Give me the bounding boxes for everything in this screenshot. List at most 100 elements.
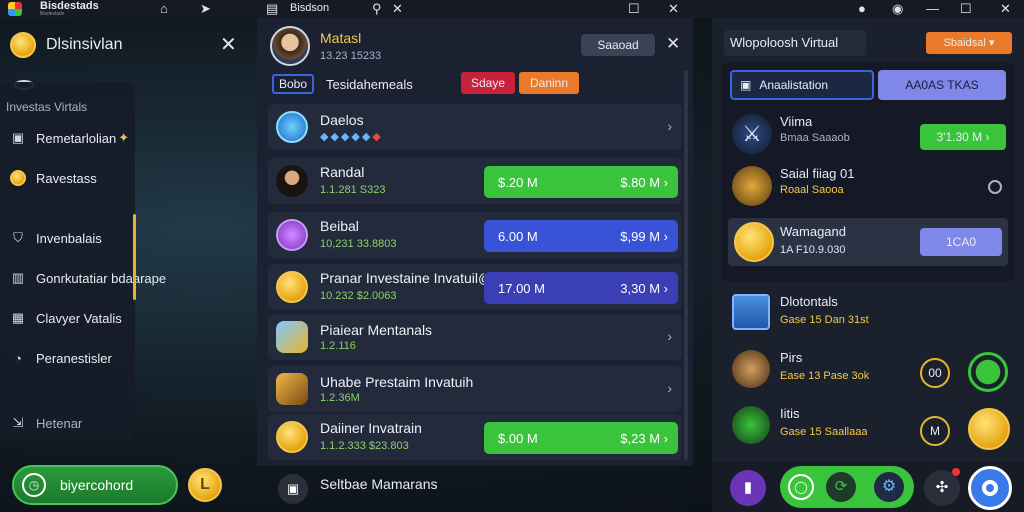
building-icon: ▥ <box>11 270 25 285</box>
list-item[interactable]: Dlotontals Gase 15 Dan 31st <box>730 292 1008 338</box>
radio-icon[interactable] <box>988 180 1002 194</box>
list-item[interactable]: Piaiear Mentanals 1.2.116 › <box>268 314 682 360</box>
value-pill[interactable]: 17.00 M 3,30 M › <box>484 272 678 304</box>
sidebar-item-ravestass[interactable]: Ravestass <box>10 170 97 186</box>
sidebar-item-clavyer[interactable]: ▦ Clavyer Vatalis <box>10 310 122 326</box>
row-sub: 1.2.36M <box>320 392 360 404</box>
pill-right: $.80 M <box>620 174 661 190</box>
tab-anaalistation[interactable]: ▣ Anaalistation <box>730 70 874 100</box>
window-maximize-icon[interactable]: ☐ <box>960 1 972 17</box>
item-name: Dlotontals <box>780 294 838 309</box>
settings-icon: ◔ <box>14 350 22 366</box>
toggle-button[interactable] <box>968 352 1008 392</box>
sidebar-item-label: Hetenar <box>36 415 83 431</box>
row-sub: 10,231 33.8803 <box>320 238 397 250</box>
active-indicator <box>133 214 136 300</box>
list-item[interactable]: Randal 1.1.281 S323 $.20 M $.80 M › <box>268 158 682 204</box>
orange-button[interactable]: Daninn <box>519 72 579 94</box>
search-button[interactable]: Saaoad <box>581 34 655 56</box>
list-item[interactable]: Daelos ◆◆◆◆◆◆ › <box>268 104 682 150</box>
list-item[interactable]: Wamagand 1A F10.9.030 1CA0 <box>728 218 1008 266</box>
coin-icon <box>10 170 26 186</box>
close-icon[interactable]: ✕ <box>666 34 680 54</box>
clock-icon: ◷ <box>22 473 46 497</box>
sparkle-icon: ✦ <box>118 130 130 145</box>
red-button[interactable]: Sdaye <box>461 72 515 94</box>
location-icon[interactable]: ◯ <box>788 474 814 500</box>
item-name: Viima <box>780 114 813 129</box>
close-icon[interactable]: ✕ <box>668 1 679 17</box>
sidebar-item-label: Invenbalais <box>36 230 102 246</box>
item-name: Iitis <box>780 406 800 421</box>
list-item[interactable]: Pranar Investaine Invatuil@ 10.232 $2.00… <box>268 264 682 310</box>
bookmark-icon[interactable]: ▮ <box>730 470 766 506</box>
profile-meta: 13.23 15233 <box>320 50 382 62</box>
calendar-icon: ▦ <box>11 310 25 325</box>
sync-icon[interactable]: ⟳ <box>826 472 856 502</box>
window-close-icon[interactable]: ✕ <box>1000 1 1011 17</box>
tab-icon[interactable]: ▤ <box>266 1 278 17</box>
value-pill[interactable]: $.20 M $.80 M › <box>484 166 678 198</box>
list-item[interactable]: Saial fiiag 01 Roaal Saooa <box>730 164 1008 210</box>
app-subtitle: Bisdestads <box>40 11 65 17</box>
pill-right: $,23 M <box>620 430 661 446</box>
home-button-icon[interactable] <box>968 466 1012 510</box>
sidebar-item-remetarlolian[interactable]: ▣ Remetarlolian ✦ <box>10 130 129 146</box>
search-icon[interactable]: ⚲ <box>372 1 382 17</box>
row-sub: 1.2.116 <box>320 340 356 352</box>
coin-icon[interactable] <box>968 408 1010 450</box>
list-item[interactable]: Daiiner Invatrain 1.1.2.333 $23.803 $.00… <box>268 414 682 460</box>
coin-icon <box>276 271 308 303</box>
avatar[interactable] <box>270 26 310 66</box>
list-item[interactable]: Pirs Ease 13 Pase 3ok 00 <box>730 348 1008 394</box>
list-item[interactable]: Beibal 10,231 33.8803 6.00 M $,99 M › <box>268 212 682 258</box>
partial-row[interactable]: ▣ Seltbae Mamarans <box>268 468 682 512</box>
scrollbar[interactable] <box>684 70 688 460</box>
item-name: Pirs <box>780 350 803 365</box>
sidebar-item-label: Peranestisler <box>36 350 112 366</box>
coin-button-icon[interactable]: L <box>188 468 222 502</box>
refresh-icon[interactable]: ◉ <box>892 1 903 17</box>
row-name: Seltbae Mamarans <box>320 476 438 492</box>
chevron-right-icon: › <box>667 118 672 134</box>
home-icon[interactable]: ⌂ <box>160 1 168 17</box>
sidebar-item-hetenar[interactable]: ⇲ Hetenar <box>10 415 83 431</box>
sidebar-item-peranestisler[interactable]: ◔ Peranestisler <box>10 350 112 366</box>
right-title: Wlopoloosh Virtual <box>724 30 866 56</box>
dropdown[interactable]: Sbaidsal ▾ <box>926 32 1012 54</box>
close-icon[interactable]: ✕ <box>220 32 237 57</box>
gear-icon[interactable]: ⚙ <box>874 472 904 502</box>
value-button[interactable]: 3'1.30 M › <box>920 124 1006 150</box>
cta-button[interactable]: ◷ biyercohord <box>12 465 178 505</box>
user-icon[interactable]: ● <box>858 1 866 17</box>
gold-bag-icon <box>732 166 772 206</box>
item-sub: Ease 13 Pase 3ok <box>780 370 870 382</box>
value-pill[interactable]: 6.00 M $,99 M › <box>484 220 678 252</box>
send-icon[interactable]: ➤ <box>200 1 211 17</box>
minimize-icon[interactable]: — <box>926 1 939 17</box>
item-name: Saial fiiag 01 <box>780 166 855 181</box>
list-item[interactable]: ⚔ Viima Bmaa Saaaob 3'1.30 M › <box>730 112 1008 158</box>
shield-icon: ⛉ <box>13 230 23 245</box>
value-pill[interactable]: $.00 M $,23 M › <box>484 422 678 454</box>
close-tab-icon[interactable]: ✕ <box>392 1 403 17</box>
tab-active[interactable]: AA0AS TKAS <box>878 70 1006 100</box>
value-button[interactable]: 1CA0 <box>920 228 1002 256</box>
list-item[interactable]: Iitis Gase 15 Saallaaa M <box>730 404 1010 450</box>
lower-round-button[interactable]: M <box>920 416 950 446</box>
left-title: Dlsinsivlan <box>46 36 123 53</box>
sidebar-item-label: Remetarlolian <box>36 130 117 146</box>
maximize-icon[interactable]: ☐ <box>628 1 640 17</box>
tag-badge[interactable]: Bobo <box>272 74 314 94</box>
sidebar-item-invenbalais[interactable]: ⛉ Invenbalais <box>10 230 102 246</box>
item-sub: Gase 15 Dan 31st <box>780 314 869 326</box>
row-name: Daiiner Invatrain <box>320 420 422 436</box>
item-sub: Roaal Saooa <box>780 184 844 196</box>
lower-round-button[interactable]: 00 <box>920 358 950 388</box>
row-name: Randal <box>320 164 365 180</box>
list-item[interactable]: Uhabe Prestaim Invatuih 1.2.36M › <box>268 366 682 412</box>
left-header: Dlsinsivlan ✕ <box>0 26 250 66</box>
image-icon: ▣ <box>740 78 752 92</box>
sidebar-item-gonrkutatiar[interactable]: ▥ Gonrkutatiar bdaarape <box>10 270 166 286</box>
row-name: Beibal <box>320 218 359 234</box>
